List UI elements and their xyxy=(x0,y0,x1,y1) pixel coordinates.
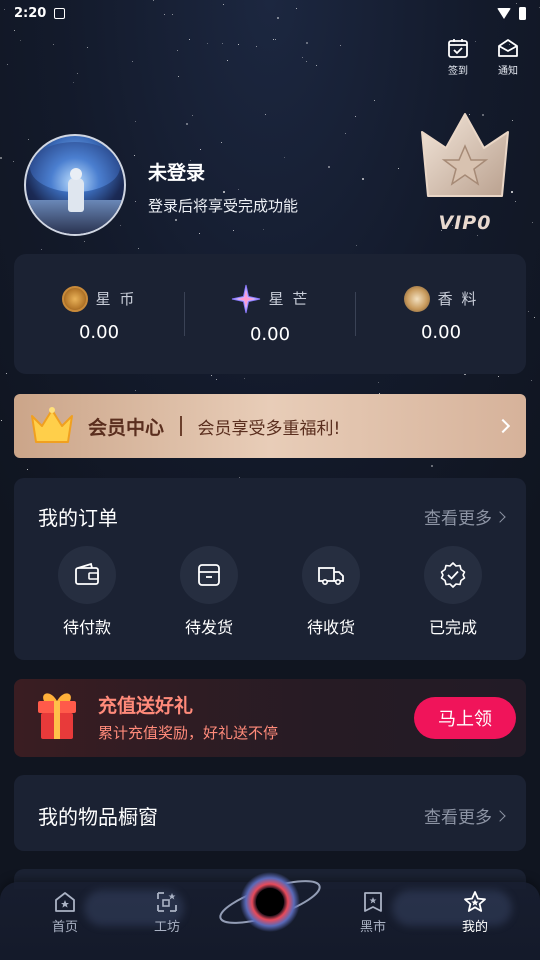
showcase-more-link[interactable]: 查看更多 xyxy=(424,803,506,828)
wallet-label: 星 芒 xyxy=(268,290,310,308)
tab-home[interactable]: 首页 xyxy=(30,890,100,935)
chevron-right-icon xyxy=(494,809,506,822)
wallet-value: 0.00 xyxy=(420,321,462,343)
claim-now-button[interactable]: 马上领 xyxy=(414,697,516,739)
wallet-panel: 星 币 0.00 星 芒 0.00 香 料 0.00 xyxy=(14,254,526,374)
calendar-check-icon xyxy=(448,39,468,58)
status-bar: 2:20 xyxy=(0,0,540,26)
box-icon xyxy=(198,564,220,586)
envelope-icon xyxy=(498,39,518,57)
gift-box-icon xyxy=(38,693,76,739)
recharge-title: 充值送好礼 xyxy=(98,695,194,717)
crown-badge-icon xyxy=(421,113,509,197)
truck-icon xyxy=(318,567,344,585)
checkin-button[interactable]: 签到 xyxy=(440,36,476,77)
tab-mine[interactable]: 我的 xyxy=(440,890,510,935)
wallet-value: 0.00 xyxy=(78,321,120,343)
star-burst-icon xyxy=(231,284,260,313)
order-label: 待收货 xyxy=(306,618,355,637)
notification-label: 通知 xyxy=(498,66,518,77)
status-time: 2:20 xyxy=(14,5,47,21)
wallet-star-coin[interactable]: 星 币 0.00 xyxy=(14,285,184,343)
order-label: 待付款 xyxy=(62,618,111,637)
user-name[interactable]: 未登录 xyxy=(148,158,205,185)
workshop-icon xyxy=(157,892,177,912)
crown-icon xyxy=(31,407,73,443)
wallet-label: 星 币 xyxy=(95,290,137,308)
tab-black-market[interactable]: 黑市 xyxy=(338,890,408,935)
orders-more-link[interactable]: 查看更多 xyxy=(424,504,506,529)
wifi-icon xyxy=(497,7,511,19)
wallet-star-burst[interactable]: 星 芒 0.00 xyxy=(185,284,355,345)
check-badge-icon xyxy=(440,562,466,588)
login-hint: 登录后将享受完成功能 xyxy=(148,197,299,215)
market-icon xyxy=(364,892,382,912)
divider xyxy=(180,416,182,436)
home-icon xyxy=(55,892,75,912)
star-icon xyxy=(464,891,486,912)
recharge-promo-banner[interactable]: 充值送好礼 累计充值奖励，好礼送不停 马上领 xyxy=(14,679,526,757)
top-actions: 签到 通知 xyxy=(440,36,526,77)
member-center-banner[interactable]: 会员中心 会员享受多重福利! xyxy=(14,394,526,458)
vip-level-label: VIP0 xyxy=(438,212,492,234)
order-completed[interactable]: 已完成 xyxy=(403,546,503,638)
orders-title: 我的订单 xyxy=(38,506,118,530)
wallet-spice[interactable]: 香 料 0.00 xyxy=(356,285,526,343)
star-coin-icon xyxy=(61,285,88,312)
astronaut-figure xyxy=(68,168,84,212)
more-label: 查看更多 xyxy=(424,509,492,529)
more-label: 查看更多 xyxy=(424,808,492,828)
vip-badge[interactable]: VIP0 xyxy=(410,108,520,234)
orders-card: 我的订单 查看更多 待付款 待发货 待收货 已完成 xyxy=(14,478,526,660)
wallet-label: 香 料 xyxy=(437,290,479,308)
image-notification-icon xyxy=(54,7,66,19)
order-pending-shipment[interactable]: 待发货 xyxy=(159,546,259,638)
tab-label: 黑市 xyxy=(359,920,386,935)
tab-label: 首页 xyxy=(51,920,78,935)
galaxy-center-button[interactable] xyxy=(216,862,324,942)
wallet-icon xyxy=(75,562,99,585)
battery-icon xyxy=(519,6,526,20)
order-label: 待发货 xyxy=(184,618,233,637)
member-center-title: 会员中心 xyxy=(88,416,165,439)
tab-workshop[interactable]: 工坊 xyxy=(132,890,202,935)
tab-label: 我的 xyxy=(461,920,488,935)
recharge-subtitle: 累计充值奖励，好礼送不停 xyxy=(98,724,279,742)
wallet-value: 0.00 xyxy=(249,323,291,345)
chevron-right-icon xyxy=(494,510,506,523)
item-showcase-card[interactable]: 我的物品橱窗 查看更多 xyxy=(14,775,526,851)
showcase-title: 我的物品橱窗 xyxy=(38,805,158,829)
checkin-label: 签到 xyxy=(448,66,468,77)
tab-label: 工坊 xyxy=(153,920,180,935)
chevron-right-icon xyxy=(495,418,511,434)
order-pending-payment[interactable]: 待付款 xyxy=(37,546,137,638)
member-center-subtitle: 会员享受多重福利! xyxy=(197,418,341,439)
notification-button[interactable]: 通知 xyxy=(490,36,526,77)
order-label: 已完成 xyxy=(428,618,477,637)
spice-icon xyxy=(403,285,430,312)
order-pending-receipt[interactable]: 待收货 xyxy=(281,546,381,638)
avatar[interactable] xyxy=(24,134,126,236)
